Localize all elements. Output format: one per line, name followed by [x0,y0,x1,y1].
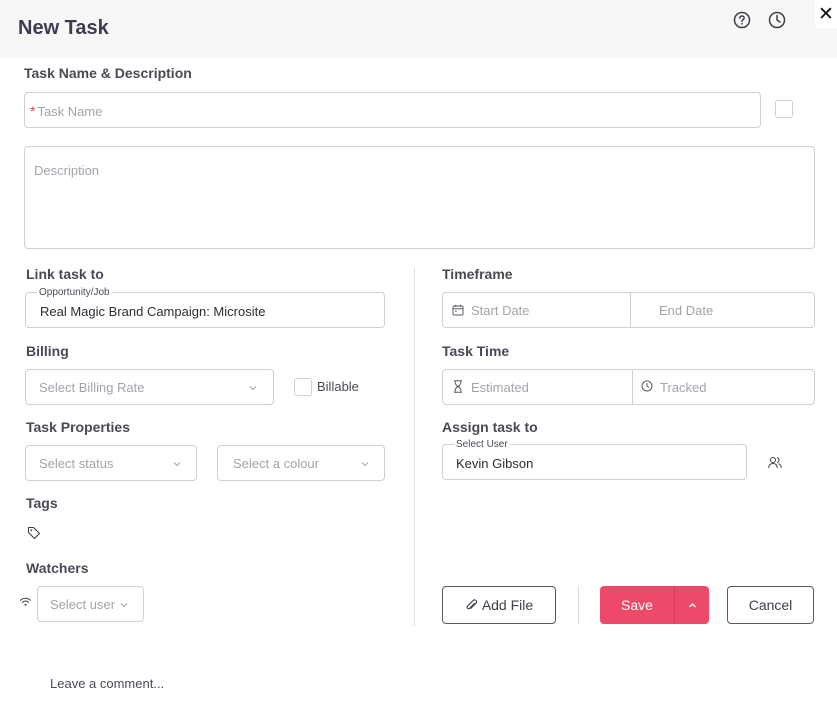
description-textarea[interactable]: Description [24,146,815,249]
chevron-down-icon [173,462,181,467]
required-mark: * [30,103,36,119]
start-date-input[interactable]: Start Date [443,293,630,327]
colour-placeholder: Select a colour [233,456,319,471]
task-section-label: Task Name & Description [24,65,192,81]
timeframe-section-label: Timeframe [442,266,513,282]
save-button[interactable]: Save [600,586,674,624]
estimated-placeholder: Estimated [471,380,529,395]
history-clock-icon[interactable] [768,11,786,29]
billing-section-label: Billing [26,343,69,359]
chevron-down-icon [120,603,128,608]
watchers-placeholder: Select user [50,597,116,612]
chevron-up-icon [688,602,696,607]
billing-rate-select[interactable]: Select Billing Rate [25,369,274,405]
users-icon[interactable] [768,456,782,469]
tags-section-label: Tags [26,495,58,511]
paperclip-icon [466,599,477,610]
description-placeholder: Description [34,163,100,178]
assigned-user-value: Kevin Gibson [456,456,534,471]
comment-input[interactable]: Leave a comment... [50,676,164,691]
close-button[interactable]: ✕ [815,0,837,28]
start-date-placeholder: Start Date [471,303,530,318]
assign-user-label: Select User [454,439,510,451]
add-file-button[interactable]: Add File [442,586,556,624]
properties-section-label: Task Properties [26,419,131,435]
cancel-button[interactable]: Cancel [727,586,814,624]
action-divider [578,586,579,624]
chevron-down-icon [249,386,257,391]
cancel-label: Cancel [748,597,793,613]
link-section-label: Link task to [26,266,104,282]
status-select[interactable]: Select status [25,445,197,481]
colour-select[interactable]: Select a colour [217,445,385,481]
hourglass-icon [454,380,462,393]
add-file-label: Add File [481,597,534,613]
tracked-time-input[interactable]: Tracked [633,370,814,404]
assign-section-label: Assign task to [442,419,538,435]
task-name-input[interactable]: * Task Name [24,92,761,128]
save-options-button[interactable] [674,586,709,624]
billing-rate-placeholder: Select Billing Rate [39,380,145,395]
task-name-placeholder: Task Name [37,104,103,119]
watchers-section-label: Watchers [26,560,89,576]
end-date-input[interactable]: End Date [631,293,814,327]
task-time-section-label: Task Time [442,343,510,359]
watchers-select[interactable]: Select user [37,586,144,622]
chevron-down-icon [361,462,369,467]
end-date-placeholder: End Date [659,303,714,318]
help-icon[interactable] [733,11,751,29]
calendar-icon [452,304,464,316]
opportunity-job-value: Real Magic Brand Campaign: Microsite [40,304,266,319]
status-placeholder: Select status [39,456,114,471]
save-label: Save [621,597,653,613]
broadcast-icon [19,597,32,606]
estimated-time-input[interactable]: Estimated [443,370,632,404]
billable-label: Billable [317,379,359,394]
billable-checkbox[interactable] [294,378,312,396]
tag-icon[interactable] [27,526,41,540]
tracked-placeholder: Tracked [660,380,707,395]
modal-header [0,0,837,58]
page-title: New Task [18,17,109,39]
task-complete-checkbox[interactable] [775,100,793,118]
column-divider [414,268,415,626]
close-icon: ✕ [818,3,834,25]
clock-icon [641,380,653,392]
opportunity-job-label: Opportunity/Job [37,287,112,299]
